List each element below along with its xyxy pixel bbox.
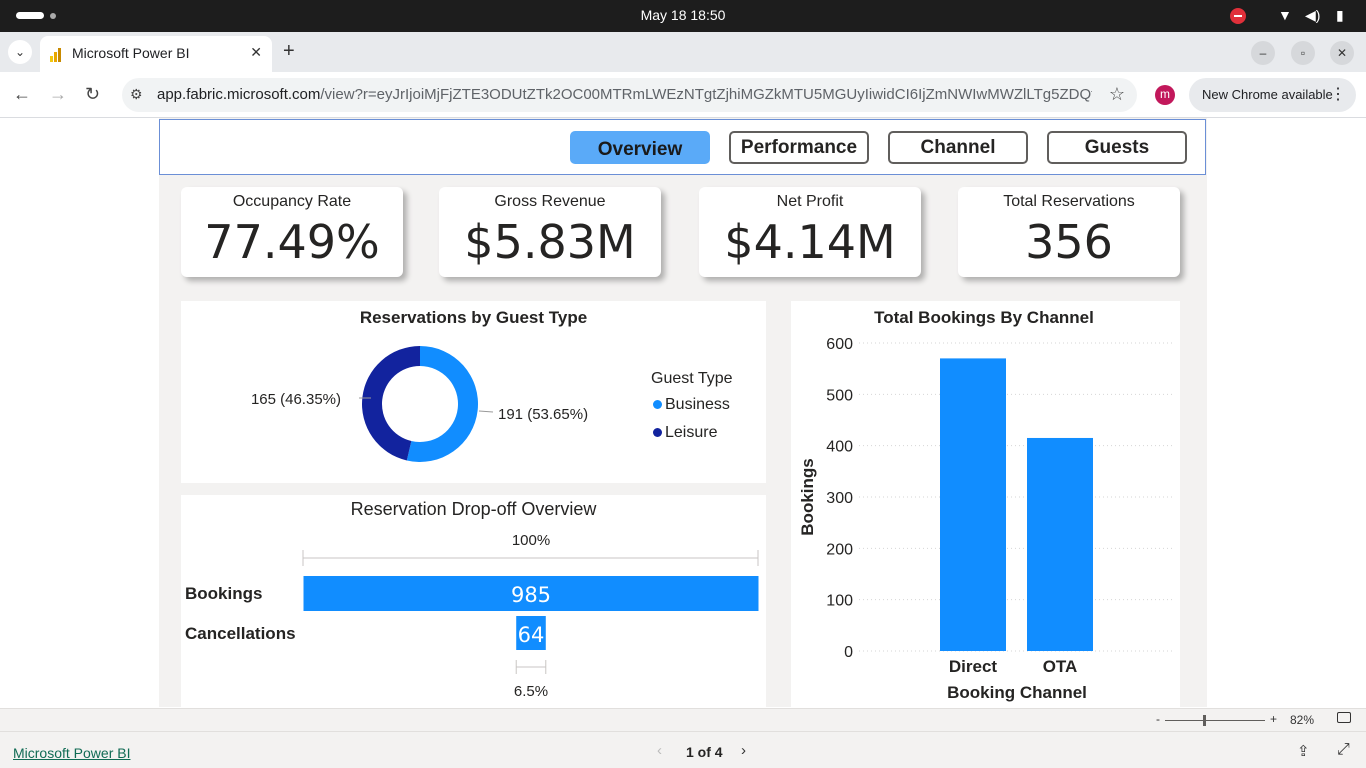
- site-info-icon[interactable]: ⚙: [130, 86, 143, 103]
- zoom-in-button[interactable]: +: [1270, 712, 1277, 726]
- y-tick-label: 400: [826, 439, 853, 456]
- kpi-card-total-reservations[interactable]: Total Reservations 356: [958, 187, 1180, 277]
- x-tick-label: OTA: [1043, 657, 1078, 676]
- nav-performance-button[interactable]: Performance: [729, 131, 869, 164]
- leader-line-business: [478, 410, 494, 413]
- kpi-label: Gross Revenue: [494, 193, 606, 210]
- kpi-value: $5.83M: [464, 215, 636, 269]
- fullscreen-icon[interactable]: ⤢: [1337, 741, 1350, 759]
- nav-guests-button[interactable]: Guests: [1047, 131, 1187, 164]
- kpi-label: Total Reservations: [1003, 193, 1135, 210]
- more-menu-icon[interactable]: ⋮: [1330, 78, 1346, 112]
- bar-direct[interactable]: [940, 358, 1006, 651]
- report-page-navigator: Overview Performance Channel Guests: [159, 119, 1206, 175]
- x-axis-title: Booking Channel: [947, 683, 1087, 702]
- share-icon[interactable]: ⇪: [1297, 742, 1310, 760]
- kpi-value: 77.49%: [204, 215, 380, 269]
- page-indicator: 1 of 4: [686, 744, 723, 760]
- os-clock[interactable]: May 18 18:50: [0, 7, 1366, 23]
- kpi-card-occupancy[interactable]: Occupancy Rate 77.49%: [181, 187, 403, 277]
- legend-dot-icon: [653, 428, 662, 437]
- y-tick-label: 600: [826, 336, 853, 353]
- forward-icon[interactable]: →: [49, 84, 67, 105]
- y-tick-label: 500: [826, 387, 853, 404]
- wifi-icon[interactable]: ▼: [1278, 7, 1292, 23]
- fit-to-page-icon[interactable]: [1337, 712, 1351, 723]
- previous-page-icon[interactable]: ‹: [657, 742, 662, 759]
- nav-overview-button[interactable]: Overview: [570, 131, 710, 164]
- y-tick-label: 100: [826, 593, 853, 610]
- close-tab-icon[interactable]: ✕: [250, 44, 262, 61]
- profile-avatar[interactable]: m: [1155, 85, 1175, 105]
- minimize-window-button[interactable]: –: [1251, 41, 1275, 65]
- zoom-slider-handle[interactable]: [1203, 715, 1206, 726]
- legend-title: Guest Type: [651, 370, 733, 387]
- close-window-button[interactable]: ✕: [1330, 41, 1354, 65]
- bookings-by-channel-panel[interactable]: Total Bookings By Channel 0 100 200 300 400 5…: [791, 301, 1180, 707]
- os-top-bar: May 18 18:50 ▼ ◀) ▮: [0, 0, 1366, 32]
- donut-label-business: 191 (53.65%): [498, 406, 588, 423]
- funnel-value-cancellations: 64: [518, 623, 545, 647]
- y-tick-label: 200: [826, 541, 853, 558]
- new-tab-button[interactable]: +: [283, 40, 295, 63]
- kpi-card-net-profit[interactable]: Net Profit $4.14M: [699, 187, 921, 277]
- chrome-update-label: New Chrome available: [1202, 87, 1333, 102]
- zoom-bar: - + 82%: [0, 708, 1366, 731]
- guest-type-donut-panel[interactable]: Reservations by Guest Type 165 (46.35%) …: [181, 301, 766, 483]
- legend-dot-icon: [653, 400, 662, 409]
- power-bi-link[interactable]: Microsoft Power BI: [13, 745, 130, 761]
- donut-label-leisure: 165 (46.35%): [251, 391, 341, 408]
- chrome-update-button[interactable]: New Chrome available ⋮: [1189, 78, 1356, 112]
- tab-title: Microsoft Power BI: [72, 45, 190, 61]
- zoom-level[interactable]: 82%: [1290, 713, 1314, 727]
- zoom-out-button[interactable]: -: [1156, 712, 1160, 726]
- bar-ota[interactable]: [1027, 437, 1093, 651]
- dropoff-funnel-panel[interactable]: Reservation Drop-off Overview 100% Booki…: [181, 495, 766, 707]
- y-axis-title: Bookings: [798, 458, 817, 535]
- legend-label: Leisure: [665, 424, 718, 441]
- zoom-slider[interactable]: [1165, 720, 1265, 721]
- funnel-chart: 100% Bookings Cancellations 985 64 6.5%: [185, 532, 759, 700]
- power-bi-favicon-icon: [50, 48, 64, 62]
- kpi-label: Occupancy Rate: [232, 193, 352, 210]
- browser-tab-strip: ⌄ Microsoft Power BI ✕ + – ▫ ✕: [0, 32, 1366, 72]
- legend-item-business[interactable]: Business: [653, 396, 730, 414]
- bookmark-star-icon[interactable]: ☆: [1109, 84, 1125, 105]
- reload-icon[interactable]: ↻: [85, 84, 100, 105]
- funnel-top-percent: 100%: [512, 532, 550, 549]
- donut-chart: 165 (46.35%) 191 (53.65%): [251, 346, 588, 462]
- legend-item-leisure[interactable]: Leisure: [653, 424, 717, 442]
- y-tick-label: 0: [844, 644, 853, 661]
- nav-channel-button[interactable]: Channel: [888, 131, 1028, 164]
- funnel-stage-bookings: Bookings: [185, 584, 262, 603]
- browser-toolbar: ← → ↻ ⚙ app.fabric.microsoft.com/view?r=…: [0, 72, 1366, 118]
- funnel-stage-cancellations: Cancellations: [185, 624, 296, 643]
- do-not-disturb-icon[interactable]: [1230, 8, 1246, 24]
- kpi-value: 356: [1025, 215, 1113, 269]
- volume-icon[interactable]: ◀): [1305, 7, 1320, 24]
- report-footer: Microsoft Power BI ‹ 1 of 4 › ⇪ ⤢: [0, 731, 1366, 768]
- address-bar[interactable]: ⚙ app.fabric.microsoft.com/view?r=eyJrIj…: [122, 78, 1137, 112]
- maximize-window-button[interactable]: ▫: [1291, 41, 1315, 65]
- x-tick-label: Direct: [949, 657, 998, 676]
- kpi-card-gross-revenue[interactable]: Gross Revenue $5.83M: [439, 187, 661, 277]
- kpi-label: Net Profit: [776, 193, 844, 210]
- next-page-icon[interactable]: ›: [741, 742, 746, 759]
- funnel-bottom-percent: 6.5%: [514, 683, 548, 700]
- kpi-value: $4.14M: [724, 215, 896, 269]
- back-icon[interactable]: ←: [13, 84, 31, 105]
- tab-power-bi[interactable]: Microsoft Power BI ✕: [40, 36, 272, 72]
- funnel-value-bookings: 985: [511, 583, 551, 607]
- y-tick-label: 300: [826, 490, 853, 507]
- bar-chart: 0 100 200 300 400 500 600 Direct OTA Booking Ch…: [798, 336, 1174, 702]
- battery-icon[interactable]: ▮: [1336, 7, 1344, 24]
- url-text[interactable]: app.fabric.microsoft.com/view?r=eyJrIjoi…: [157, 86, 1092, 103]
- legend-label: Business: [665, 396, 730, 413]
- tab-search-icon[interactable]: ⌄: [8, 40, 32, 64]
